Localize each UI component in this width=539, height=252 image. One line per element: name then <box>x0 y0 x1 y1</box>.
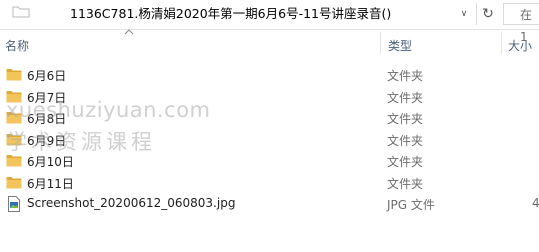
file-row[interactable]: 6月6日 文件夹 <box>0 64 539 85</box>
column-header-name[interactable]: 名称 <box>5 37 29 54</box>
file-row[interactable]: Screenshot_20200612_060803.jpg JPG 文件 4 <box>0 193 539 214</box>
column-header-row: 名称 类型 大小 <box>0 28 539 58</box>
file-name: Screenshot_20200612_060803.jpg <box>27 196 236 210</box>
folder-icon <box>6 67 22 81</box>
watermark-text: 学术资源课程 <box>6 130 156 154</box>
file-name: 6月6日 <box>27 69 67 83</box>
folder-nav-icon[interactable] <box>10 4 32 24</box>
image-file-icon <box>6 196 22 212</box>
file-type: JPG 文件 <box>387 198 435 212</box>
address-path[interactable]: 1136C781.杨清娟2020年第一期6月6号-11号讲座录音() <box>70 4 391 24</box>
file-type: 文件夹 <box>387 90 424 105</box>
nav-folder-icon <box>12 6 30 18</box>
search-input[interactable]: 在 1 <box>503 3 539 44</box>
watermark-url: xueshuziyuan.com <box>6 98 211 122</box>
file-type: 文件夹 <box>387 133 424 148</box>
column-divider[interactable] <box>501 32 502 54</box>
file-type: 文件夹 <box>387 69 424 83</box>
file-type: 文件夹 <box>387 112 424 126</box>
file-row[interactable]: 6月11日 文件夹 <box>0 172 539 193</box>
address-bar: 1136C781.杨清娟2020年第一期6月6号-11号讲座录音() ∨ ↻ 在… <box>0 0 539 44</box>
column-header-size[interactable]: 大小 <box>508 37 532 54</box>
file-size: 4 <box>532 196 539 210</box>
folder-icon <box>6 175 22 189</box>
file-type: 文件夹 <box>387 155 424 169</box>
file-type: 文件夹 <box>387 176 424 191</box>
column-header-type[interactable]: 类型 <box>388 37 412 54</box>
sort-ascending-icon <box>124 28 134 38</box>
refresh-button[interactable]: ↻ <box>476 3 499 25</box>
file-name: 6月11日 <box>27 176 74 191</box>
address-dropdown-button[interactable]: ∨ <box>455 3 473 25</box>
column-divider[interactable] <box>380 32 381 54</box>
